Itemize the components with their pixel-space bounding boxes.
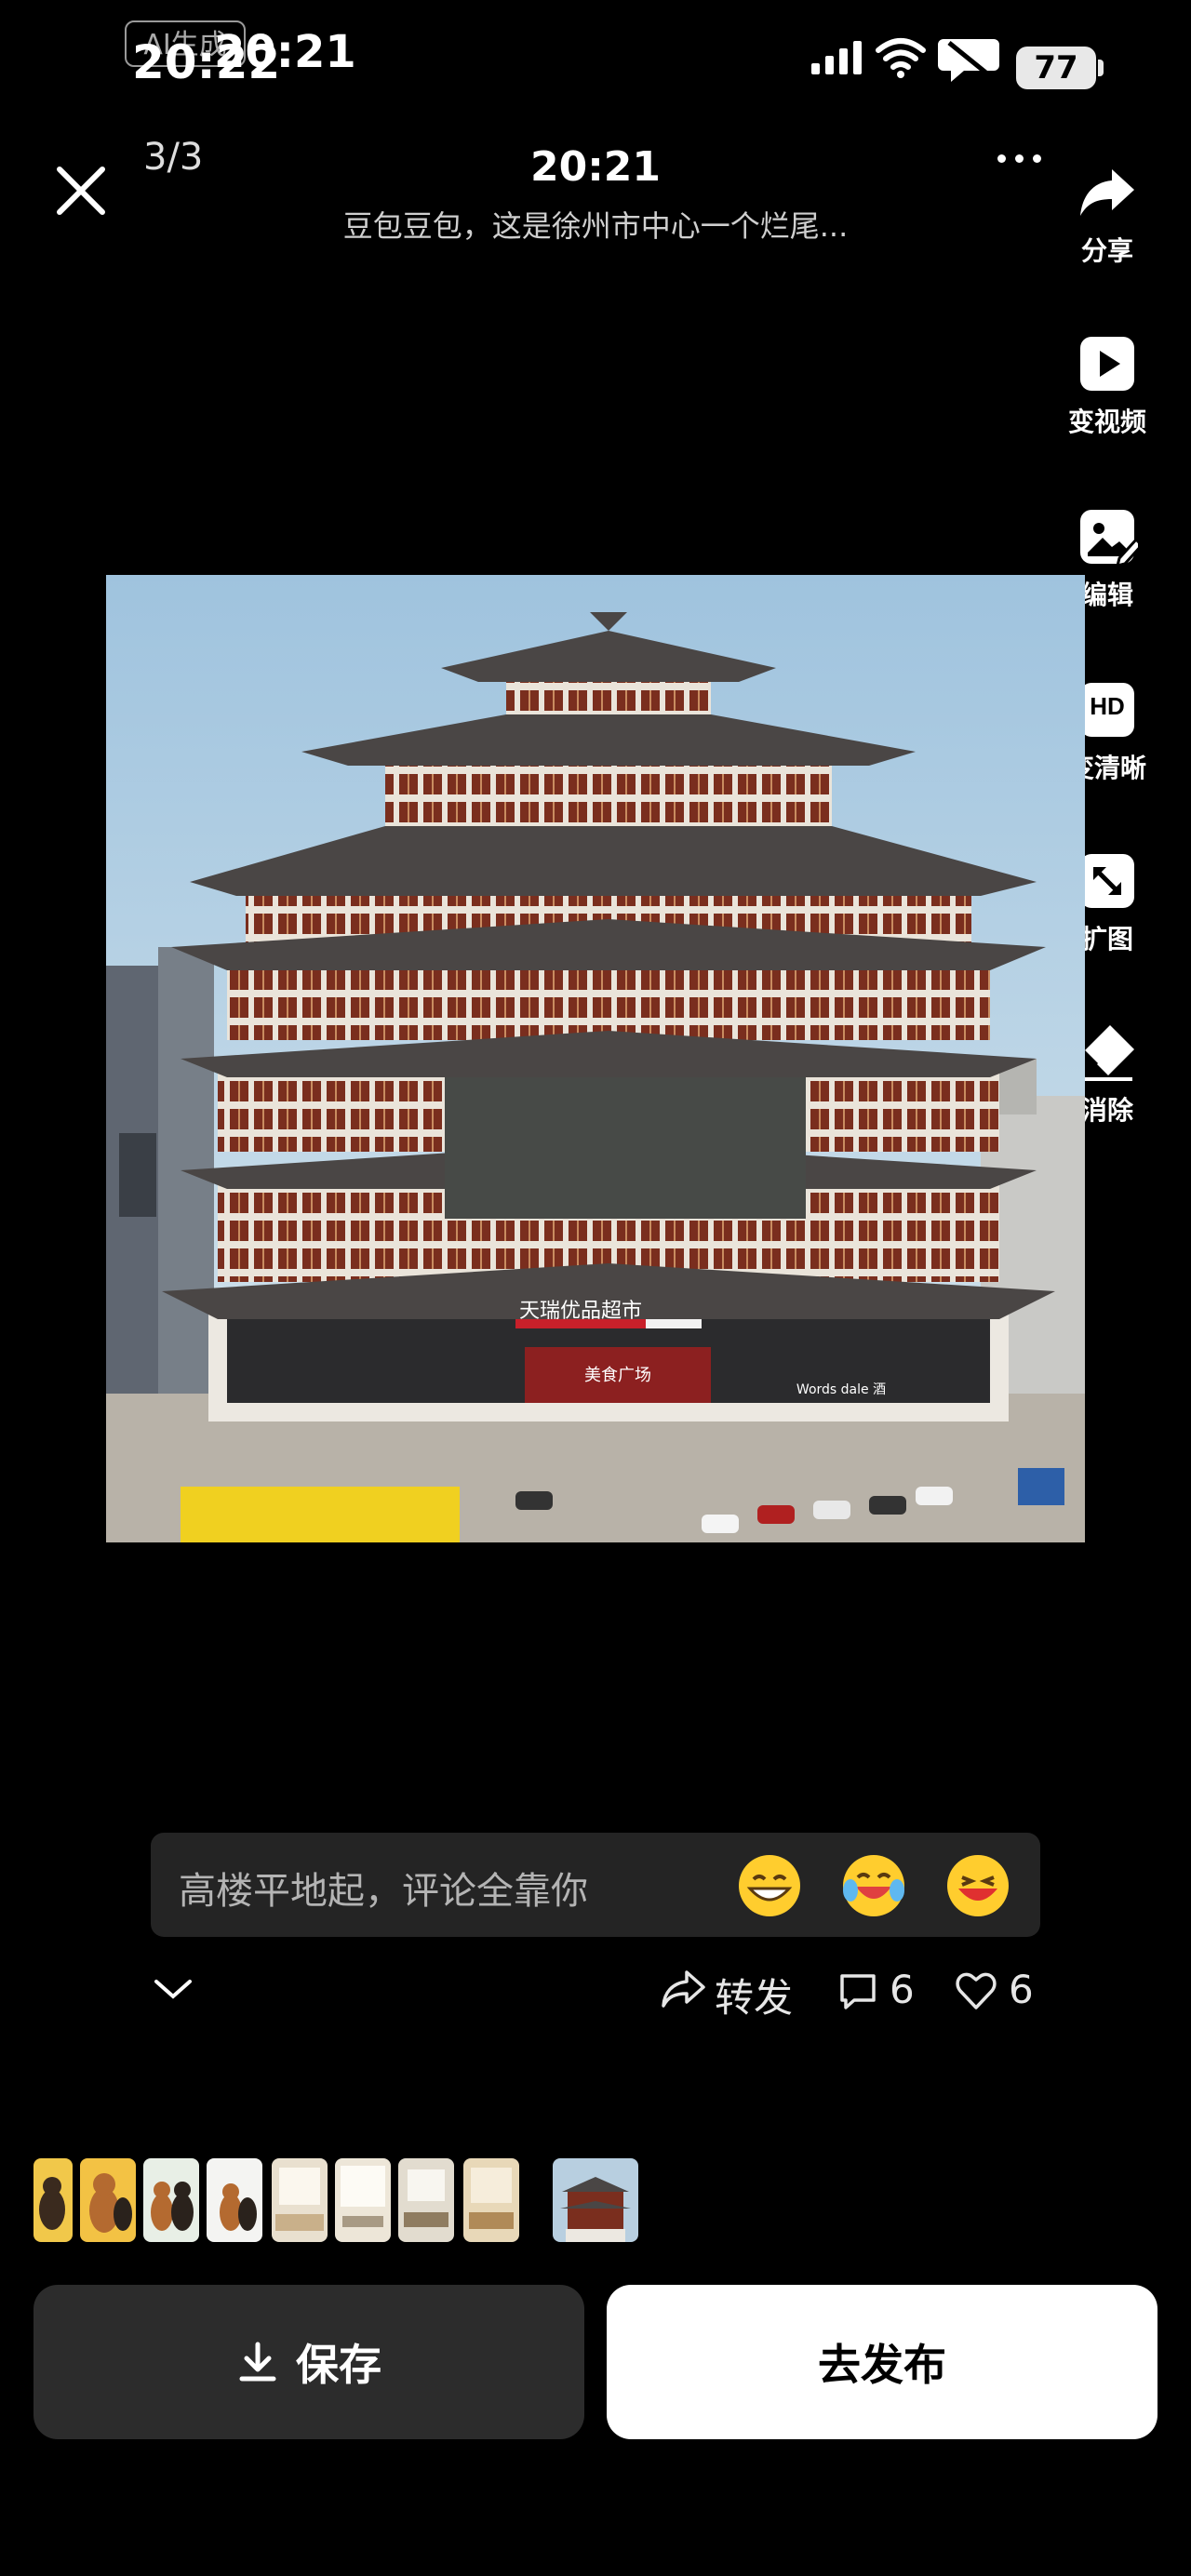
like-count: 6 <box>1009 1967 1034 2012</box>
battery-indicator: 77 <box>1016 47 1104 89</box>
tool-to-video-button[interactable]: 变视频 <box>1051 333 1163 439</box>
save-button[interactable]: 保存 <box>33 2285 584 2439</box>
heart-icon[interactable] <box>955 1970 997 2011</box>
share-icon <box>1080 169 1134 216</box>
comment-placeholder: 高楼平地起，评论全靠你 <box>179 1870 588 1913</box>
tool-share-button[interactable]: 分享 <box>1051 162 1163 268</box>
comment-count: 6 <box>890 1967 915 2012</box>
comment-input[interactable]: 高楼平地起，评论全靠你 <box>151 1833 1040 1937</box>
tool-label: 变视频 <box>1067 407 1146 437</box>
chevron-down-icon[interactable] <box>153 1970 194 2008</box>
thumbnail-bear[interactable] <box>207 2158 262 2242</box>
header-subtitle: 豆包豆包，这是徐州市中心一个烂尾... <box>342 208 849 244</box>
grin-emoji-icon[interactable] <box>737 1853 802 1918</box>
thumbnail-bear[interactable] <box>143 2158 199 2242</box>
forward-icon[interactable] <box>661 1967 707 2011</box>
download-icon <box>239 2342 276 2382</box>
thumbnail-room[interactable] <box>272 2158 328 2242</box>
status-time-overlay: 20:21 <box>214 26 356 78</box>
thumbnail-room[interactable] <box>398 2158 454 2242</box>
eraser-icon <box>1082 1025 1134 1081</box>
publish-button-label: 去发布 <box>818 2340 946 2390</box>
store-sign-lower: 美食广场 <box>584 1366 651 1385</box>
laugh-emoji-icon[interactable] <box>945 1853 1010 1918</box>
thumbnail-room[interactable] <box>463 2158 519 2242</box>
mute-icon <box>938 39 999 82</box>
shop-sign: Words dale 酒 <box>796 1382 886 1397</box>
generated-image[interactable]: 天瑞优品超市 美食广场 Words dale 酒 <box>106 575 1085 1542</box>
comment-icon[interactable] <box>837 1970 878 2011</box>
store-sign: 天瑞优品超市 <box>519 1300 642 1323</box>
tool-label: 分享 <box>1080 235 1133 266</box>
signal-icon <box>811 41 862 74</box>
thumbnail-room[interactable] <box>335 2158 391 2242</box>
publish-button[interactable]: 去发布 <box>607 2285 1158 2439</box>
hd-icon: HD <box>1077 679 1138 741</box>
forward-button[interactable]: 转发 <box>715 1967 793 2023</box>
thumbnail-bear[interactable] <box>33 2158 73 2242</box>
wifi-icon <box>876 38 926 78</box>
save-button-label: 保存 <box>296 2340 381 2390</box>
laugh-cry-emoji-icon[interactable] <box>841 1853 906 1918</box>
image-edit-icon <box>1088 523 1138 567</box>
expand-icon <box>1093 867 1121 895</box>
thumbnail-building-current[interactable] <box>553 2158 638 2242</box>
more-options-icon[interactable] <box>992 145 1048 173</box>
play-icon <box>1100 351 1120 377</box>
thumbnail-bear[interactable] <box>80 2158 136 2242</box>
